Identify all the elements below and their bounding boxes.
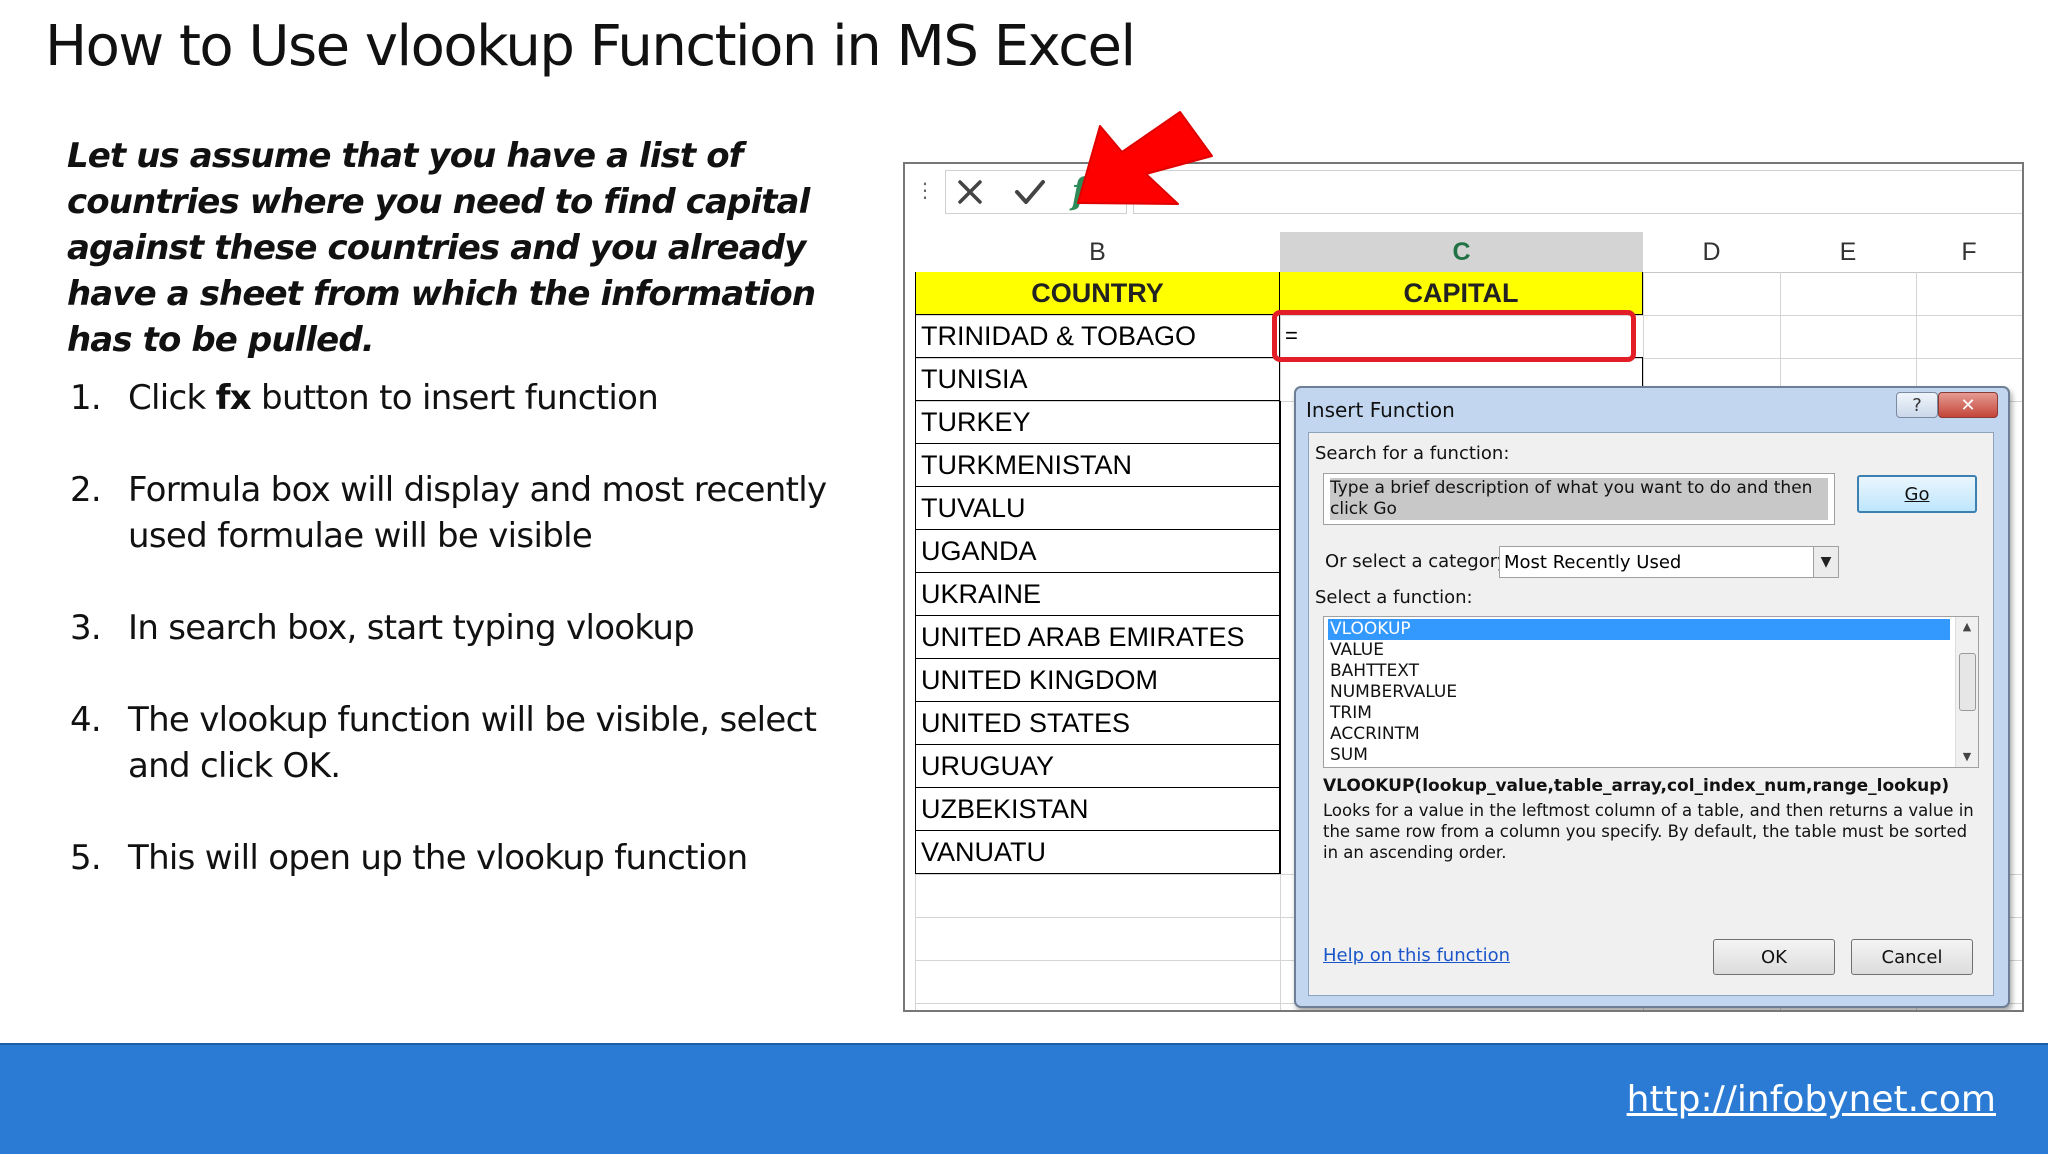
scrollbar-thumb[interactable]: [1959, 653, 1976, 711]
close-icon: ✕: [1960, 394, 1976, 416]
insert-function-dialog: Insert Function ? ✕ Search for a functio…: [1294, 386, 2010, 1008]
function-item[interactable]: NUMBERVALUE: [1328, 682, 1950, 703]
country-cell[interactable]: UNITED ARAB EMIRATES: [915, 616, 1280, 659]
formula-bar-grip-icon[interactable]: ⋮: [915, 178, 935, 202]
fx-bold-label: fx: [215, 378, 252, 418]
category-label: Or select a category:: [1325, 551, 1513, 572]
country-cell[interactable]: TUNISIA: [915, 358, 1280, 401]
close-button[interactable]: ✕: [1938, 392, 1998, 418]
intro-text: Let us assume that you have a list of co…: [67, 136, 816, 360]
search-label: Search for a function:: [1315, 443, 1510, 464]
help-on-function-link[interactable]: Help on this function: [1323, 945, 1510, 966]
step-text: In search box, start typing vlookup: [128, 608, 695, 648]
country-cell[interactable]: UGANDA: [915, 530, 1280, 573]
function-item[interactable]: VALUE: [1328, 640, 1950, 661]
footer-bar: http://infobynet.com: [0, 1043, 2048, 1154]
country-cell[interactable]: UNITED STATES: [915, 702, 1280, 745]
function-item[interactable]: SUM: [1328, 745, 1950, 766]
cancel-button[interactable]: Cancel: [1851, 939, 1973, 975]
capital-column-border: [1280, 401, 1281, 874]
scroll-down-icon[interactable]: ▼: [1956, 747, 1978, 767]
function-list-scrollbar[interactable]: ▲ ▼: [1955, 617, 1978, 767]
function-description: Looks for a value in the leftmost column…: [1323, 801, 1974, 862]
function-item[interactable]: BAHTTEXT: [1328, 661, 1950, 682]
function-item[interactable]: TRIM: [1328, 703, 1950, 724]
ok-button[interactable]: OK: [1713, 939, 1835, 975]
column-header-d[interactable]: D: [1643, 232, 1781, 273]
active-cell-value: =: [1285, 323, 1298, 348]
column-header-e[interactable]: E: [1780, 232, 1917, 273]
function-signature: VLOOKUP(lookup_value,table_array,col_ind…: [1323, 776, 1950, 796]
function-item[interactable]: VLOOKUP: [1328, 619, 1950, 640]
step-text-pre: Click: [128, 378, 216, 418]
cancel-icon: [958, 180, 982, 204]
step-number: 5.: [70, 838, 102, 878]
active-cell[interactable]: =: [1272, 310, 1636, 362]
dialog-body: Search for a function: Type a brief desc…: [1308, 432, 1994, 996]
step-number: 4.: [70, 700, 102, 740]
select-function-label: Select a function:: [1315, 587, 1473, 608]
column-header-c[interactable]: C: [1280, 232, 1644, 275]
country-cell[interactable]: TRINIDAD & TOBAGO: [915, 315, 1280, 358]
category-select[interactable]: Most Recently Used ▼: [1499, 546, 1839, 578]
checkmark-icon: [1015, 180, 1045, 204]
step-text: This will open up the vlookup function: [128, 838, 748, 878]
country-cell[interactable]: TUVALU: [915, 487, 1280, 530]
step-number: 3.: [70, 608, 102, 648]
go-button-label: Go: [1904, 483, 1930, 505]
excel-window: ⋮ fx B C D E F COUNTRY CAPITAL TRINIDAD …: [903, 162, 2024, 1012]
search-input-text: Type a brief description of what you wan…: [1330, 478, 1828, 520]
function-item[interactable]: ACCRINTM: [1328, 724, 1950, 745]
country-cell[interactable]: URUGUAY: [915, 745, 1280, 788]
function-list[interactable]: VLOOKUP VALUE BAHTTEXT NUMBERVALUE TRIM …: [1323, 616, 1979, 768]
step-text: The vlookup function will be visible, se…: [128, 700, 817, 786]
footer-url-link[interactable]: http://infobynet.com: [1627, 1079, 1996, 1120]
column-header-b[interactable]: B: [915, 232, 1281, 273]
enter-button[interactable]: [1010, 175, 1050, 209]
country-cell[interactable]: UZBEKISTAN: [915, 788, 1280, 831]
dialog-title: Insert Function: [1306, 398, 1455, 422]
country-cell[interactable]: VANUATU: [915, 831, 1280, 874]
step-text-post: button to insert function: [250, 378, 659, 418]
help-button[interactable]: ?: [1896, 392, 1938, 418]
country-cell[interactable]: TURKMENISTAN: [915, 444, 1280, 487]
country-cell[interactable]: UNITED KINGDOM: [915, 659, 1280, 702]
red-arrow-icon: [1077, 111, 1213, 205]
cancel-entry-button[interactable]: [950, 175, 990, 209]
column-header-f[interactable]: F: [1916, 232, 2022, 273]
slide-title: How to Use vlookup Function in MS Excel: [45, 14, 1136, 79]
header-cell-country[interactable]: COUNTRY: [915, 272, 1280, 315]
step-text: Formula box will display and most recent…: [128, 470, 827, 556]
help-icon: ?: [1912, 394, 1922, 416]
country-cell[interactable]: TURKEY: [915, 401, 1280, 444]
formula-input[interactable]: [1133, 170, 2022, 214]
go-button[interactable]: Go: [1857, 475, 1977, 513]
chevron-down-icon[interactable]: ▼: [1813, 547, 1838, 577]
header-cell-capital[interactable]: CAPITAL: [1280, 272, 1643, 315]
step-number: 1.: [70, 378, 102, 418]
step-text: Click fx button to insert function: [128, 375, 888, 421]
scroll-up-icon[interactable]: ▲: [1956, 617, 1978, 637]
step-number: 2.: [70, 470, 102, 510]
search-input[interactable]: Type a brief description of what you wan…: [1323, 473, 1835, 525]
country-cell[interactable]: UKRAINE: [915, 573, 1280, 616]
category-select-value: Most Recently Used: [1504, 552, 1682, 573]
